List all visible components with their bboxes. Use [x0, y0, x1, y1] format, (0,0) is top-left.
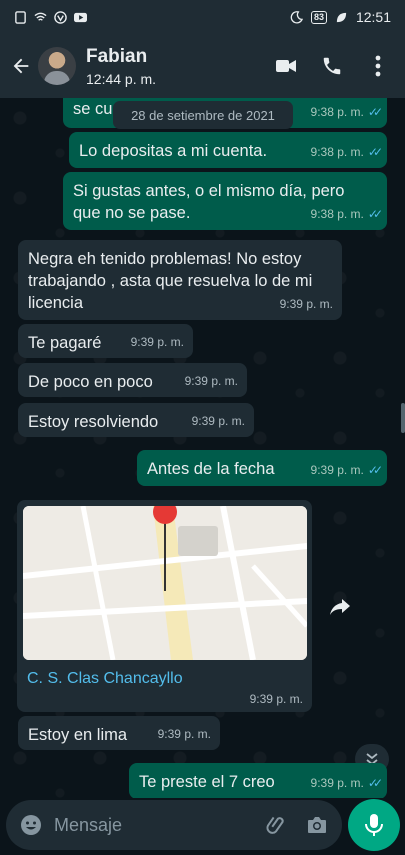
attach-button[interactable]	[262, 810, 292, 840]
message-time: 9:39 p. m.	[310, 776, 364, 790]
mic-icon	[365, 814, 383, 836]
message-time: 9:39 p. m.	[279, 297, 333, 311]
message-meta: 9:39 p. m.	[280, 293, 333, 315]
message-time: 9:39 p. m.	[249, 692, 303, 706]
leaf-icon	[336, 12, 347, 22]
read-ticks-icon: ✓✓	[367, 145, 383, 159]
voice-message-button[interactable]	[348, 799, 400, 851]
phone-icon	[323, 57, 341, 75]
message-meta: 9:38 p. m. ✓✓	[310, 141, 384, 163]
video-call-icon	[276, 60, 296, 72]
message-meta: 9:39 p. m.	[250, 692, 303, 706]
message-text: se cu	[73, 100, 113, 118]
emoji-button[interactable]	[16, 810, 46, 840]
message-meta: 9:39 p. m. ✓✓	[310, 459, 384, 481]
date-chip: 28 de setiembre de 2021	[113, 101, 293, 129]
chat-area[interactable]: se cu 9:38 p. m. ✓✓ 28 de setiembre de 20…	[0, 98, 405, 798]
message-meta: 9:38 p. m. ✓✓	[310, 203, 384, 225]
message-meta: 9:39 p. m.	[192, 410, 245, 432]
message-text: Te preste el 7 creo	[139, 773, 275, 791]
emoji-icon	[21, 815, 41, 835]
map-image	[23, 506, 307, 660]
message-meta: 9:38 p. m. ✓✓	[310, 101, 384, 123]
forward-button[interactable]	[324, 590, 356, 622]
message-time: 9:39 p. m.	[157, 727, 211, 741]
message-meta: 9:39 p. m. ✓✓	[310, 772, 384, 794]
message-text: Antes de la fecha	[147, 460, 275, 478]
message-composer	[6, 800, 342, 850]
camera-icon	[308, 817, 326, 833]
more-icon	[375, 55, 381, 77]
map-preview[interactable]	[23, 506, 307, 660]
message-meta: 9:39 p. m.	[158, 723, 211, 745]
message-time: 9:38 p. m.	[310, 207, 364, 221]
message-text: De poco en poco	[28, 373, 153, 391]
more-options-button[interactable]	[365, 53, 391, 79]
message-time: 9:38 p. m.	[310, 105, 364, 119]
message-time: 9:39 p. m.	[310, 463, 364, 477]
message-bubble[interactable]: Te pagaré 9:39 p. m.	[18, 324, 193, 358]
contact-info[interactable]: Fabian 12:44 p. m.	[86, 46, 156, 87]
message-bubble[interactable]: Estoy resolviendo 9:39 p. m.	[18, 403, 254, 437]
youtube-icon	[74, 12, 87, 22]
back-button[interactable]	[6, 51, 36, 81]
read-ticks-icon: ✓✓	[367, 463, 383, 477]
message-text: Te pagaré	[28, 334, 102, 352]
avatar[interactable]	[38, 47, 76, 85]
message-meta: 9:39 p. m.	[185, 370, 238, 392]
message-bubble[interactable]: De poco en poco 9:39 p. m.	[18, 363, 247, 397]
read-ticks-icon: ✓✓	[367, 207, 383, 221]
message-time: 9:39 p. m.	[191, 414, 245, 428]
status-time: 12:51	[355, 9, 391, 25]
location-link[interactable]: C. S. Clas Chancayllo	[27, 670, 183, 688]
message-time: 9:39 p. m.	[184, 374, 238, 388]
location-message[interactable]: C. S. Clas Chancayllo 9:39 p. m.	[17, 500, 312, 712]
status-bar: 83 12:51	[0, 0, 405, 34]
message-bubble[interactable]: Lo depositas a mi cuenta. 9:38 p. m. ✓✓	[69, 132, 387, 168]
voice-call-button[interactable]	[319, 53, 345, 79]
message-bubble[interactable]: Antes de la fecha 9:39 p. m. ✓✓	[137, 450, 387, 486]
read-ticks-icon: ✓✓	[367, 776, 383, 790]
message-time: 9:39 p. m.	[130, 335, 184, 349]
message-bubble[interactable]: Te preste el 7 creo 9:39 p. m. ✓✓	[129, 763, 387, 798]
moon-icon	[290, 10, 303, 23]
message-bubble[interactable]: Estoy en lima 9:39 p. m.	[18, 716, 220, 750]
scrollbar-thumb[interactable]	[401, 403, 405, 433]
chat-header: Fabian 12:44 p. m.	[0, 34, 405, 98]
sim-icon	[15, 10, 26, 24]
contact-name: Fabian	[86, 45, 148, 67]
video-call-button[interactable]	[273, 53, 299, 79]
message-input[interactable]	[54, 814, 262, 836]
back-arrow-icon	[13, 58, 29, 74]
message-time: 9:38 p. m.	[310, 145, 364, 159]
forward-icon	[330, 599, 350, 615]
message-bubble[interactable]: Si gustas antes, o el mismo día, pero qu…	[63, 172, 387, 230]
message-meta: 9:39 p. m.	[131, 331, 184, 353]
message-text: Estoy en lima	[28, 726, 128, 744]
message-text: Lo depositas a mi cuenta.	[79, 142, 268, 160]
wifi-icon	[34, 12, 47, 21]
message-bubble[interactable]: Negra eh tenido problemas! No estoy trab…	[18, 240, 342, 320]
attach-icon	[266, 816, 284, 834]
read-ticks-icon: ✓✓	[367, 105, 383, 119]
contact-last-seen: 12:44 p. m.	[86, 70, 157, 87]
vpn-icon	[54, 10, 67, 24]
camera-button[interactable]	[302, 810, 332, 840]
message-text: Estoy resolviendo	[28, 413, 159, 431]
battery-indicator: 83	[310, 10, 327, 24]
